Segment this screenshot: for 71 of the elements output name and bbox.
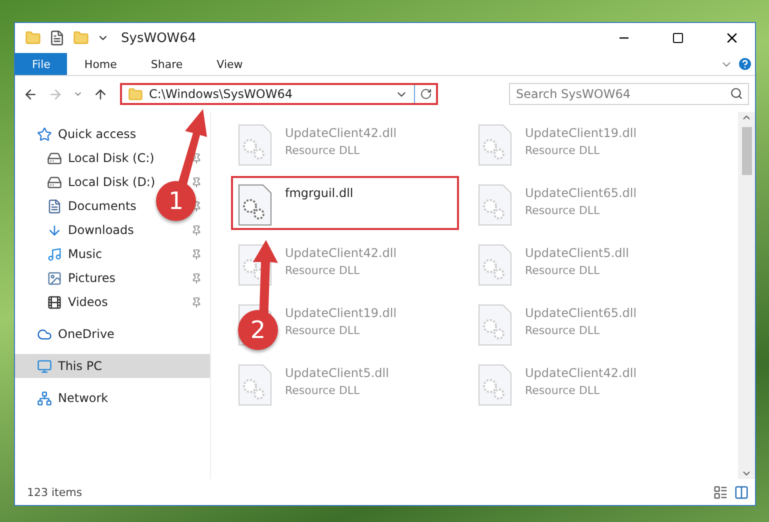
properties-icon[interactable]	[49, 30, 65, 46]
picture-icon	[47, 270, 62, 286]
dll-file-icon	[477, 244, 513, 286]
dll-file-icon	[237, 184, 273, 226]
dll-file-icon	[477, 304, 513, 346]
dll-file-icon	[477, 184, 513, 226]
sidebar-label: Local Disk (C:)	[68, 151, 154, 165]
file-type: Resource DLL	[525, 384, 601, 397]
file-type: Resource DLL	[285, 144, 361, 157]
star-icon	[37, 126, 52, 142]
file-type: Resource DLL	[285, 264, 361, 277]
file-type: Resource DLL	[285, 324, 361, 337]
file-name: UpdateClient5.dll	[525, 246, 629, 260]
dll-file-icon	[237, 124, 273, 166]
file-type: Resource DLL	[525, 324, 601, 337]
sidebar-item-selected[interactable]: This PC	[15, 354, 210, 378]
drive-icon	[47, 150, 62, 166]
network-icon	[37, 390, 52, 406]
scrollbar-thumb[interactable]	[742, 127, 752, 175]
file-type: Resource DLL	[525, 144, 601, 157]
sidebar-label: Pictures	[68, 271, 116, 285]
folder-icon	[128, 86, 143, 102]
ribbon-tab[interactable]: Home	[67, 53, 134, 75]
item-count: 123 items	[27, 486, 84, 498]
ribbon-tab[interactable]: View	[200, 53, 260, 75]
refresh-icon	[420, 88, 432, 100]
file-name: UpdateClient42.dll	[525, 366, 637, 380]
file-type: Resource DLL	[285, 384, 361, 397]
music-note-icon	[47, 246, 62, 262]
file-name: UpdateClient5.dll	[285, 366, 389, 380]
film-icon	[47, 294, 62, 310]
file-item-highlighted[interactable]: fmgrguil.dll	[231, 176, 459, 230]
file-name: UpdateClient65.dll	[525, 306, 637, 320]
dll-file-icon	[477, 124, 513, 166]
sidebar-label: This PC	[58, 359, 102, 373]
drive-icon	[47, 174, 62, 190]
sidebar-label: Music	[68, 247, 102, 261]
scrollbar[interactable]	[738, 112, 755, 479]
dll-file-icon	[477, 364, 513, 406]
file-name: UpdateClient42.dll	[285, 126, 397, 140]
sidebar-label: Local Disk (D:)	[68, 175, 156, 189]
window-title: SysWOW64	[121, 30, 198, 46]
file-type: Resource DLL	[525, 264, 601, 277]
sidebar-label: Network	[58, 391, 108, 405]
address-path: C:\Windows\SysWOW64	[149, 87, 294, 101]
download-icon	[47, 222, 62, 238]
monitor-icon	[37, 358, 52, 374]
address-bar[interactable]: C:\Windows\SysWOW64	[120, 83, 438, 105]
file-name: UpdateClient65.dll	[525, 186, 637, 200]
file-name: UpdateClient19.dll	[525, 126, 637, 140]
sidebar-label: Documents	[68, 199, 136, 213]
sidebar-label: Downloads	[68, 223, 134, 237]
details-view-icon[interactable]	[713, 484, 728, 500]
file-type: Resource DLL	[525, 204, 601, 217]
sidebar-label: OneDrive	[58, 327, 114, 341]
document-icon	[47, 198, 62, 214]
large-icons-view-icon[interactable]	[734, 484, 749, 500]
search-icon	[730, 87, 743, 100]
maximize-icon	[672, 32, 684, 44]
file-tab[interactable]: File	[15, 53, 68, 75]
forward-arrow-icon	[48, 86, 63, 102]
sidebar-label: Videos	[68, 295, 108, 309]
dll-file-icon	[237, 364, 273, 406]
search-field[interactable]: Search SysWOW64	[509, 83, 749, 105]
cloud-icon	[37, 326, 52, 342]
sidebar-label: Quick access	[58, 127, 136, 141]
help-icon	[737, 56, 753, 72]
ribbon-tab[interactable]: Share	[134, 53, 200, 75]
file-name: UpdateClient42.dll	[285, 246, 397, 260]
file-name: UpdateClient19.dll	[285, 306, 397, 320]
file-name: fmgrguil.dll	[285, 186, 354, 200]
